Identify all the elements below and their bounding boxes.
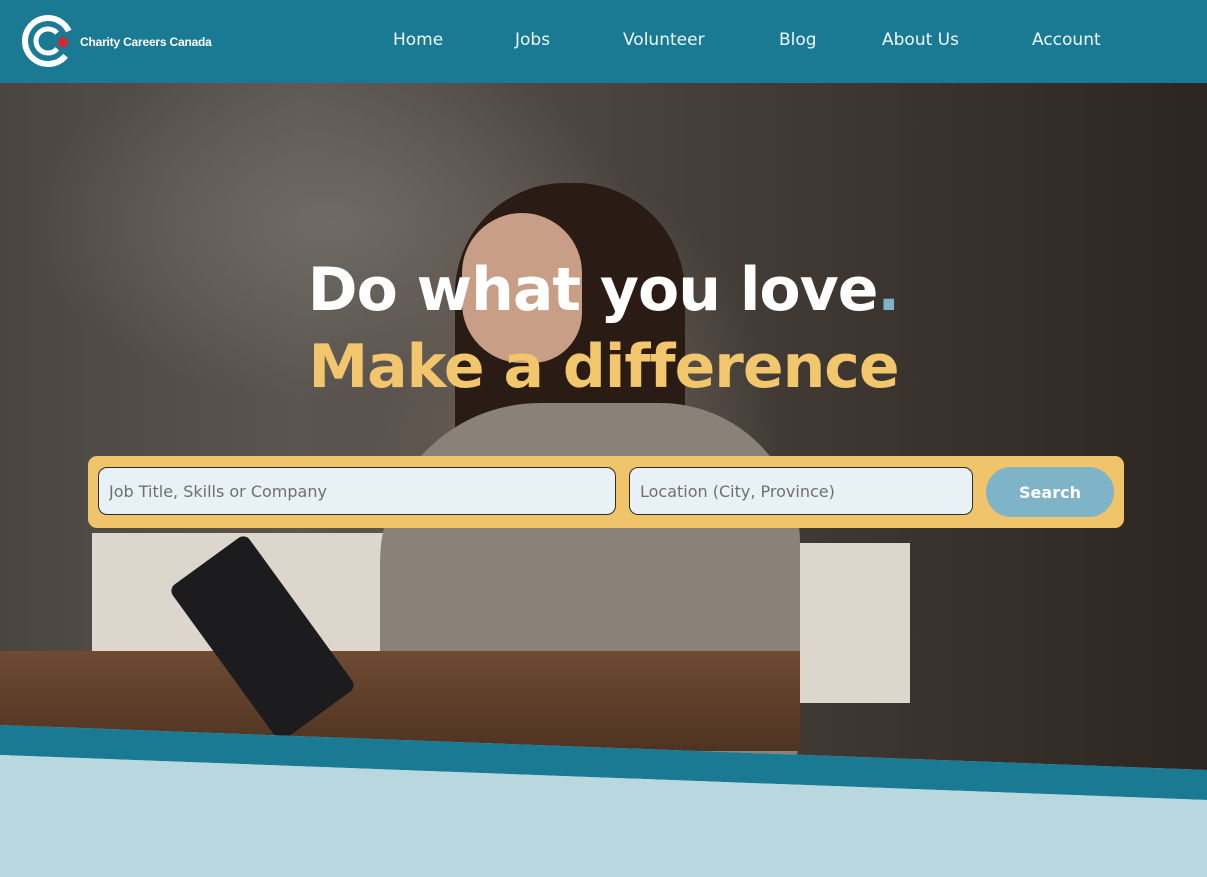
search-button[interactable]: Search (986, 467, 1114, 517)
hero-bottom-band (0, 725, 1207, 810)
hero-banner (0, 83, 1207, 803)
nav-volunteer[interactable]: Volunteer (623, 30, 705, 50)
nav-home[interactable]: Home (393, 30, 443, 50)
location-input[interactable] (629, 467, 973, 515)
hero-subheadline: Make a difference (308, 332, 899, 402)
nav-about-us[interactable]: About Us (882, 30, 959, 50)
site-header: Charity Careers Canada Home Jobs Volunte… (0, 0, 1207, 83)
job-title-input[interactable] (98, 467, 616, 515)
main-nav: Home Jobs Volunteer Blog About Us Accoun… (0, 30, 1207, 54)
nav-jobs[interactable]: Jobs (515, 30, 550, 50)
nav-account[interactable]: Account (1032, 30, 1101, 50)
job-search-bar: Search (88, 456, 1124, 528)
hero-headline: Do what you love. (307, 255, 900, 325)
nav-blog[interactable]: Blog (779, 30, 817, 50)
headline-dot: . (877, 255, 900, 325)
hero-photo-chair-right (782, 543, 910, 703)
